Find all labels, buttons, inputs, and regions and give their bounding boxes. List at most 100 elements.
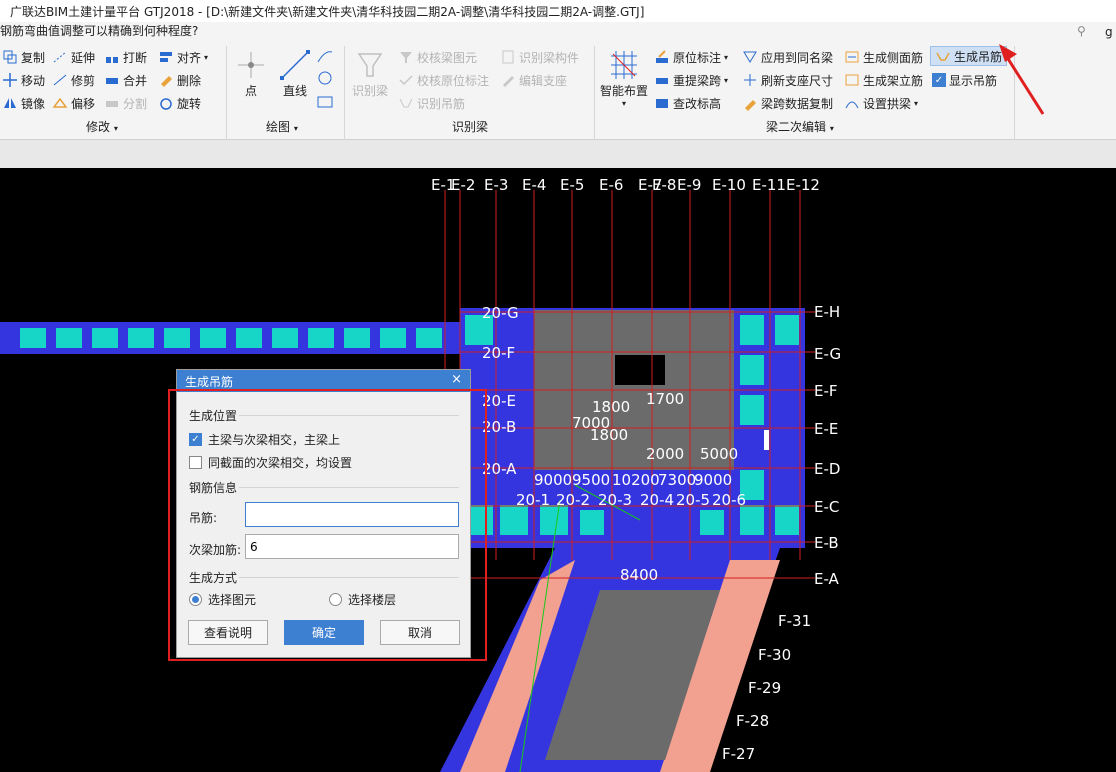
dimension-label: 2000 [646, 445, 684, 463]
dimension-label: 10200 [612, 471, 660, 489]
edit-support-button[interactable]: 编辑支座 [500, 70, 567, 90]
mirror-button[interactable]: 镜像 [2, 93, 45, 113]
group-label-draw[interactable]: 绘图 ▾ [266, 118, 298, 135]
search-icon[interactable]: ⚲ [1077, 24, 1086, 38]
rotate-button[interactable]: 旋转 [158, 93, 201, 113]
group-label-modify[interactable]: 修改 ▾ [86, 118, 118, 135]
dialog-title-bar: 生成吊筋 × [177, 370, 470, 392]
refresh-support-button[interactable]: 刷新支座尺寸 [742, 70, 833, 90]
mirror-icon [4, 98, 16, 108]
break-icon [106, 57, 118, 63]
group-label-recognize: 识别梁 [452, 120, 489, 134]
circle-icon[interactable] [316, 70, 334, 86]
checkbox-icon [189, 456, 202, 469]
extend-icon [53, 51, 67, 63]
axis-label: E-12 [786, 176, 820, 194]
search-input[interactable]: 钢筋弯曲值调整可以精确到何种程度? [0, 22, 1116, 39]
dimension-label: 5000 [700, 445, 738, 463]
axis-label: E-8 [652, 176, 676, 194]
generate-side-rebar-button[interactable]: 生成侧面筋 [844, 47, 923, 67]
apply-same-beam-button[interactable]: 应用到同名梁 [742, 47, 833, 67]
axis-label: F-29 [748, 679, 781, 697]
offset-button[interactable]: 偏移 [52, 93, 95, 113]
erection-rebar-icon [845, 74, 859, 86]
cad-canvas[interactable]: E-1 E-2 E-3 E-4 E-5 E-6 E-7 E-8 E-9 E-10… [0, 168, 1116, 772]
section-heading: 生成位置 [189, 409, 238, 423]
recognize-beam-button[interactable]: 识别梁 [352, 48, 388, 99]
select-element-radio[interactable]: 选择图元 [189, 591, 256, 608]
move-button[interactable]: 移动 [2, 70, 45, 90]
axis-label: E-F [814, 382, 838, 400]
hanger-input[interactable] [245, 502, 459, 527]
window-title: 广联达BIM土建计量平台 GTJ2018 - [D:\新建文件夹\新建文件夹\清… [10, 5, 645, 19]
re-extract-span-button[interactable]: 重提梁跨 ▾ [654, 70, 728, 90]
axis-label: E-C [814, 498, 839, 516]
dimension-label: 8400 [620, 566, 658, 584]
axis-label: 20-A [482, 460, 517, 478]
group-label-secondary[interactable]: 梁二次编辑 ▾ [766, 118, 834, 135]
same-section-checkbox[interactable]: 同截面的次梁相交，均设置 [189, 454, 352, 471]
edit-icon [503, 76, 514, 87]
align-icon [160, 52, 172, 62]
cancel-button[interactable]: 取消 [380, 620, 460, 645]
close-icon[interactable]: × [451, 372, 462, 387]
side-rebar-icon [845, 51, 859, 63]
point-icon [238, 52, 264, 78]
select-floor-radio[interactable]: 选择楼层 [329, 591, 396, 608]
copy-button[interactable]: 复制 [2, 47, 45, 67]
recognize-beam-icon [357, 53, 383, 77]
generate-erection-rebar-button[interactable]: 生成架立筋 [844, 70, 923, 90]
refresh-icon [744, 74, 756, 86]
check-annotation-button[interactable]: 校核原位标注 [398, 70, 489, 90]
recognize-beam-component-button[interactable]: 识别梁构件 [500, 47, 579, 67]
chevron-down-icon: ▾ [914, 98, 919, 108]
merge-button[interactable]: 合并 [104, 70, 147, 90]
line-button[interactable]: 直线 [278, 48, 312, 99]
point-button[interactable]: 点 [234, 48, 268, 99]
axis-label: E-2 [451, 176, 475, 194]
dimension-label: 9500 [572, 471, 610, 489]
eraser-icon [161, 76, 172, 87]
axis-label: 20-1 [516, 491, 550, 509]
arc-icon[interactable] [316, 48, 334, 64]
copy-span-data-button[interactable]: 梁跨数据复制 [742, 93, 833, 113]
divider [239, 577, 459, 578]
break-button[interactable]: 打断 [104, 47, 147, 67]
split-icon [106, 101, 118, 107]
axis-label: 20-5 [676, 491, 710, 509]
check-icon [399, 75, 413, 86]
radio-icon [189, 593, 202, 606]
smart-layout-button[interactable]: 智能布置 ▾ [600, 48, 648, 108]
delete-button[interactable]: 删除 [158, 70, 201, 90]
show-hanger-toggle[interactable]: ✓ 显示吊筋 [932, 70, 997, 90]
radio-icon [329, 593, 342, 606]
recognize-hanger-button[interactable]: 识别吊筋 [398, 93, 465, 113]
grid-layout-icon [611, 51, 637, 79]
ok-button[interactable]: 确定 [284, 620, 364, 645]
axis-label: E-B [814, 534, 839, 552]
extend-button[interactable]: 延伸 [52, 47, 95, 67]
chevron-down-icon: ▾ [829, 124, 834, 133]
main-beam-intersect-checkbox[interactable]: ✓ 主梁与次梁相交，主梁上 [189, 431, 340, 448]
set-arch-beam-button[interactable]: 设置拱梁 ▾ [844, 93, 918, 113]
rectangle-icon[interactable] [316, 94, 334, 110]
trim-button[interactable]: 修剪 [52, 70, 95, 90]
generate-hanger-dialog: 生成吊筋 × 生成位置 ✓ 主梁与次梁相交，主梁上 同截面的次梁相交，均设置 钢… [176, 369, 471, 658]
check-elevation-button[interactable]: 查改标高 [654, 93, 721, 113]
axis-label: E-9 [677, 176, 701, 194]
split-button[interactable]: 分割 [104, 93, 147, 113]
in-situ-annotation-button[interactable]: 原位标注 ▾ [654, 47, 728, 67]
secondary-rebar-input[interactable] [245, 534, 459, 559]
chevron-down-icon: ▾ [724, 75, 729, 85]
move-icon [3, 73, 17, 87]
divider [239, 415, 459, 416]
dimension-label: 1800 [590, 426, 628, 444]
check-beam-button[interactable]: 校核梁图元 [398, 47, 477, 67]
drawing[interactable]: E-1 E-2 E-3 E-4 E-5 E-6 E-7 E-8 E-9 E-10… [0, 168, 1116, 772]
align-button[interactable]: 对齐 ▾ [158, 47, 208, 67]
axis-label: E-D [814, 460, 840, 478]
apply-icon [743, 51, 757, 63]
help-button[interactable]: 查看说明 [188, 620, 268, 645]
copy-data-icon [745, 100, 756, 111]
axis-label: E-A [814, 570, 840, 588]
